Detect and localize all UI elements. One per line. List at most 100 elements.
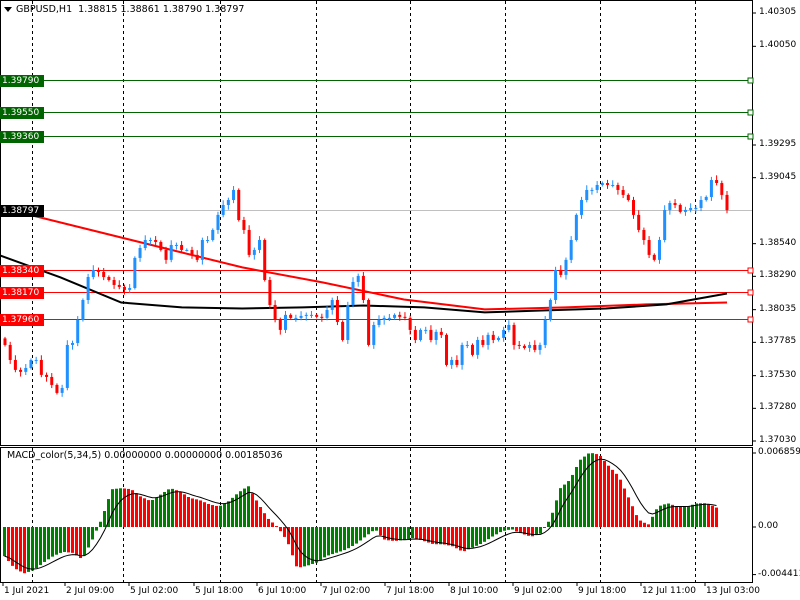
candle-body bbox=[502, 329, 506, 338]
candle bbox=[8, 341, 12, 364]
candle bbox=[600, 181, 604, 187]
candle-body bbox=[445, 334, 449, 365]
time-axis-label: 1 Jul 2021 bbox=[4, 586, 50, 596]
price-axis-label: 1.38035 bbox=[759, 303, 797, 314]
candle-body bbox=[96, 269, 100, 272]
indicator-axis-label: -0.004411 bbox=[758, 568, 800, 579]
candle-body bbox=[424, 329, 428, 331]
candle-body bbox=[107, 276, 111, 280]
candle bbox=[595, 181, 599, 194]
macd-histogram-bar bbox=[215, 505, 218, 527]
candle-body bbox=[247, 229, 251, 255]
time-axis-label: 9 Jul 02:00 bbox=[514, 586, 563, 596]
candle-body bbox=[720, 183, 724, 195]
candle bbox=[45, 372, 49, 382]
candle-body bbox=[268, 279, 272, 305]
macd-histogram-bar bbox=[403, 527, 406, 540]
macd-histogram-bar bbox=[227, 501, 230, 527]
candle bbox=[564, 257, 568, 280]
macd-histogram-bar bbox=[367, 527, 370, 535]
candle-body bbox=[71, 342, 75, 345]
candle-body bbox=[180, 244, 184, 250]
macd-histogram-bar bbox=[315, 527, 318, 563]
candle-body bbox=[632, 200, 636, 215]
level-price-tag: 1.39790 bbox=[0, 74, 44, 87]
candle bbox=[122, 284, 126, 295]
macd-histogram-bar bbox=[299, 527, 302, 568]
candle bbox=[3, 336, 7, 347]
macd-histogram-bar bbox=[415, 527, 418, 539]
candle bbox=[91, 265, 95, 280]
candle bbox=[299, 311, 303, 321]
candle bbox=[315, 313, 319, 319]
macd-histogram-bar bbox=[371, 527, 374, 532]
macd-histogram-bar bbox=[55, 527, 58, 555]
dropdown-arrow-icon[interactable] bbox=[4, 7, 12, 12]
candle-body bbox=[621, 189, 625, 195]
candle bbox=[476, 336, 480, 359]
candle bbox=[481, 335, 485, 348]
macd-histogram-bar bbox=[7, 527, 10, 561]
level-price-tag: 1.39550 bbox=[0, 106, 44, 119]
candle bbox=[13, 355, 17, 373]
macd-histogram-bar bbox=[491, 527, 494, 537]
candle bbox=[486, 332, 490, 350]
macd-histogram-bar bbox=[31, 527, 34, 571]
candle-body bbox=[689, 207, 693, 210]
candle bbox=[34, 356, 38, 364]
macd-histogram-bar bbox=[79, 527, 82, 559]
candle-body bbox=[226, 200, 230, 205]
candle-body bbox=[470, 344, 474, 355]
candle bbox=[445, 333, 449, 367]
candle-body bbox=[538, 344, 542, 350]
candle-body bbox=[486, 334, 490, 345]
candle-body bbox=[413, 329, 417, 340]
candle bbox=[60, 384, 64, 397]
macd-histogram-bar bbox=[547, 521, 550, 527]
macd-histogram-bar bbox=[223, 503, 226, 527]
candle-body bbox=[50, 376, 54, 385]
macd-histogram-bar bbox=[47, 527, 50, 560]
candle bbox=[517, 341, 521, 349]
candle-body bbox=[678, 204, 682, 212]
macd-histogram-bar bbox=[423, 527, 426, 542]
candle-body bbox=[507, 324, 511, 330]
price-chart[interactable] bbox=[0, 0, 800, 600]
candle-body bbox=[232, 189, 236, 201]
candle-body bbox=[393, 314, 397, 318]
candle bbox=[112, 276, 116, 289]
candle-body bbox=[320, 316, 324, 318]
candle bbox=[96, 267, 100, 277]
candle bbox=[574, 213, 578, 242]
candle-body bbox=[19, 369, 23, 372]
candle bbox=[668, 200, 672, 215]
candle bbox=[720, 180, 724, 200]
macd-histogram-bar bbox=[275, 526, 278, 528]
candle-body bbox=[122, 286, 126, 290]
candle-body bbox=[3, 338, 7, 345]
time-axis-label: 9 Jul 18:00 bbox=[578, 586, 627, 596]
macd-histogram-bar bbox=[639, 520, 642, 527]
macd-histogram-bar bbox=[351, 527, 354, 546]
time-axis-label: 12 Jul 11:00 bbox=[642, 586, 696, 596]
level-price-tag: 1.38170 bbox=[0, 286, 44, 299]
candle bbox=[528, 341, 532, 352]
candle bbox=[621, 186, 625, 199]
macd-histogram-bar bbox=[43, 527, 46, 562]
candle-body bbox=[382, 317, 386, 320]
candle bbox=[200, 237, 204, 265]
macd-histogram-bar bbox=[471, 527, 474, 548]
candle-body bbox=[242, 220, 246, 230]
macd-histogram-bar bbox=[251, 493, 254, 527]
candle bbox=[533, 340, 537, 353]
level-handle bbox=[747, 316, 754, 323]
candle-body bbox=[294, 317, 298, 319]
candle-body bbox=[694, 207, 698, 209]
price-axis-label: 1.37030 bbox=[759, 435, 797, 445]
level-handle bbox=[747, 133, 754, 140]
candle bbox=[294, 314, 298, 322]
macd-histogram-bar bbox=[311, 527, 314, 564]
time-axis-label: 5 Jul 18:00 bbox=[195, 586, 244, 596]
candle-body bbox=[341, 321, 345, 340]
candle-body bbox=[574, 214, 578, 241]
